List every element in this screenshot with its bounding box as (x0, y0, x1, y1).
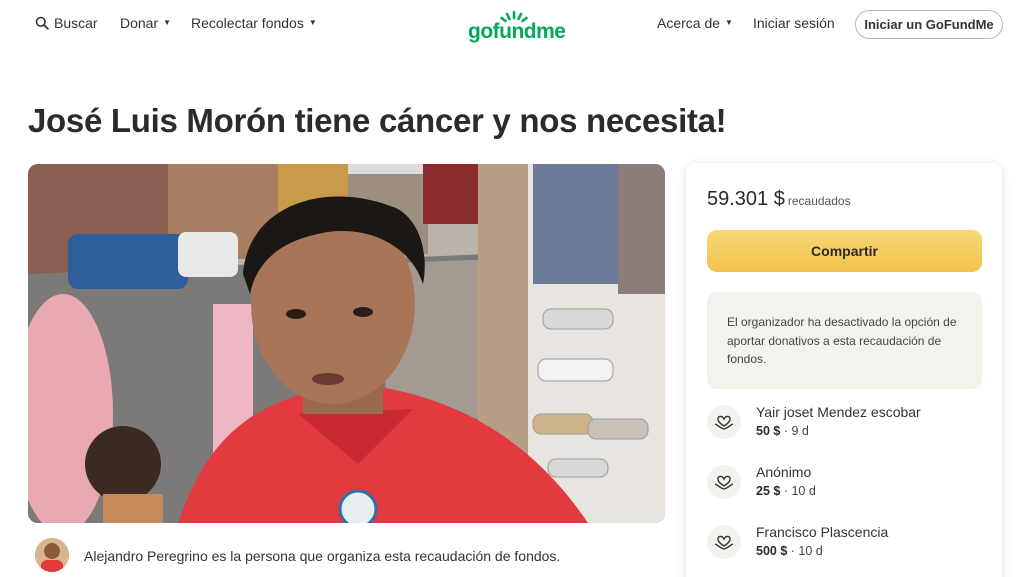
donor-amount: 500 $ (756, 544, 788, 558)
donate-label: Donar (120, 15, 159, 31)
hero-photo (28, 164, 665, 523)
search-link[interactable]: Buscar (35, 15, 98, 31)
heart-hands-icon (707, 465, 741, 499)
fundraise-label: Recolectar fondos (191, 15, 304, 31)
about-label: Acerca de (657, 15, 721, 31)
chevron-down-icon: ▼ (163, 18, 172, 27)
avatar-image (35, 538, 69, 572)
amount-raised: 59.301 $ recaudados (707, 188, 851, 211)
share-button[interactable]: Compartir (707, 230, 982, 272)
campaign-title: José Luis Morón tiene cáncer y nos neces… (28, 102, 727, 139)
donor-meta: 500 $ · 10 d (756, 544, 823, 558)
donor-amount: 50 $ (756, 424, 781, 438)
organizer-text: Alejandro Peregrino es la persona que or… (84, 548, 561, 564)
donor-item: Anónimo 25 $ · 10 d (707, 464, 982, 504)
start-gofundme-button[interactable]: Iniciar un GoFundMe (855, 10, 1003, 39)
top-navigation: Buscar Donar ▼ Recolectar fondos ▼ gofun… (0, 0, 1024, 50)
donor-time: · 10 d (783, 484, 816, 498)
donor-meta: 25 $ · 10 d (756, 484, 816, 498)
donations-disabled-notice: El organizador ha desactivado la opción … (707, 292, 982, 389)
donor-name: Francisco Plascencia (756, 524, 889, 540)
campaign-hero-image[interactable] (28, 164, 665, 523)
donor-amount: 25 $ (756, 484, 781, 498)
search-icon (35, 16, 49, 30)
organizer-avatar[interactable] (35, 538, 69, 572)
chevron-down-icon: ▼ (725, 18, 733, 27)
donor-name: Anónimo (756, 464, 812, 480)
chevron-down-icon: ▼ (308, 18, 317, 27)
login-link[interactable]: Iniciar sesión (753, 15, 835, 31)
raised-amount: 59.301 $ (707, 188, 785, 210)
raised-label: recaudados (787, 194, 851, 208)
donor-meta: 50 $ · 9 d (756, 424, 809, 438)
heart-hands-icon (707, 405, 741, 439)
donor-item: Yair joset Mendez escobar 50 $ · 9 d (707, 404, 982, 444)
login-label: Iniciar sesión (753, 15, 835, 31)
donor-time: · 10 d (790, 544, 823, 558)
donor-time: · 9 d (783, 424, 809, 438)
search-label: Buscar (54, 15, 98, 31)
gofundme-logo[interactable]: gofundme (468, 10, 566, 43)
donor-item: Francisco Plascencia 500 $ · 10 d (707, 524, 982, 564)
donate-menu[interactable]: Donar ▼ (120, 15, 171, 31)
logo-text: gofundme (468, 20, 566, 43)
heart-hands-icon (707, 525, 741, 559)
donor-name: Yair joset Mendez escobar (756, 404, 921, 420)
about-menu[interactable]: Acerca de ▼ (657, 15, 733, 31)
fundraise-menu[interactable]: Recolectar fondos ▼ (191, 15, 317, 31)
